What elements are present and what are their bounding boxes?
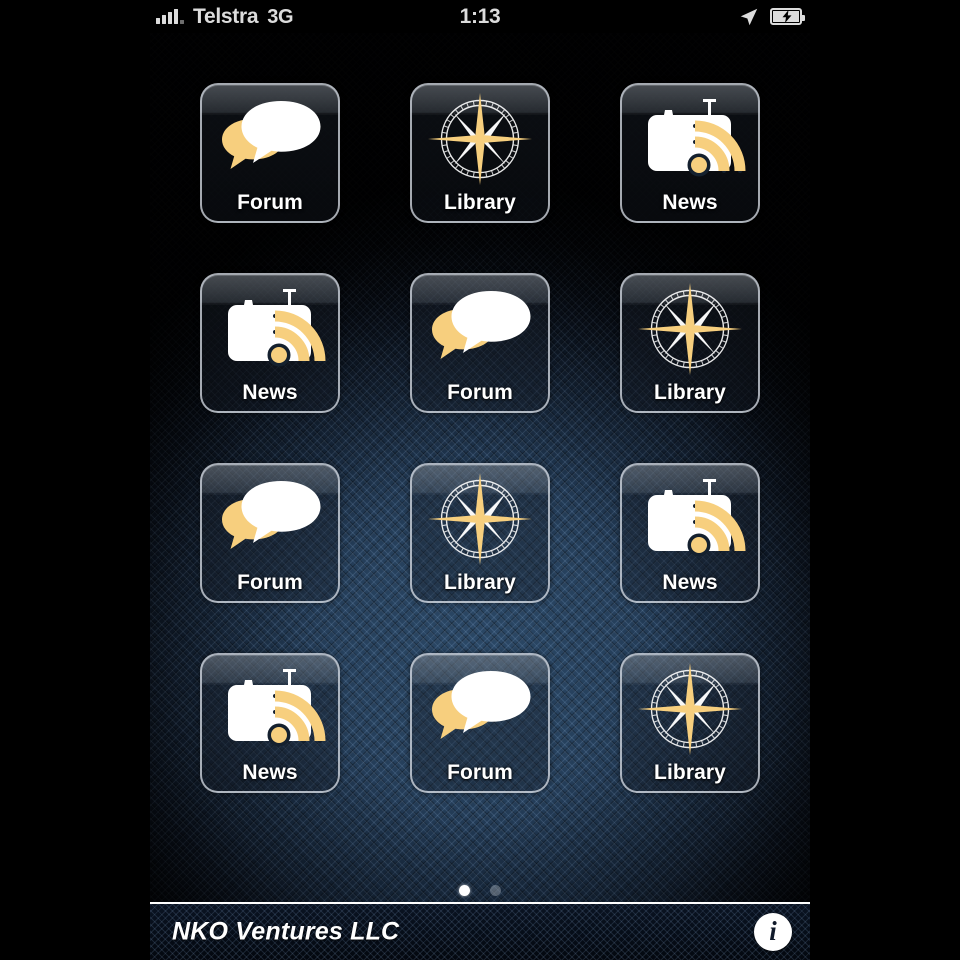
radio-rss-icon [632, 473, 748, 565]
info-button[interactable]: i [754, 913, 792, 951]
location-arrow-icon [740, 8, 758, 25]
phone-screen: Telstra 3G 1:13 Forum Library News News … [150, 0, 810, 960]
radio-rss-icon [648, 479, 746, 557]
app-icon-library[interactable]: Library [410, 83, 550, 223]
speech-bubbles-icon [212, 93, 328, 185]
speech-bubbles-icon [422, 283, 538, 375]
charging-bolt-icon [782, 10, 792, 23]
app-icon-library[interactable]: Library [620, 653, 760, 793]
radio-rss-icon [212, 663, 328, 755]
app-icon-news[interactable]: News [200, 273, 340, 413]
compass-rose-icon [638, 283, 742, 375]
compass-rose-icon [632, 283, 748, 375]
battery-charging-icon [770, 8, 805, 25]
speech-bubbles-icon [432, 291, 531, 359]
compass-rose-icon [428, 473, 532, 565]
app-icon-library[interactable]: Library [410, 463, 550, 603]
compass-rose-icon [422, 93, 538, 185]
page-indicator [150, 885, 810, 896]
app-icon-forum[interactable]: Forum [410, 653, 550, 793]
app-icon-label: Library [444, 191, 516, 214]
app-icon-library[interactable]: Library [620, 273, 760, 413]
radio-rss-icon [228, 669, 326, 747]
clock: 1:13 [459, 5, 501, 28]
speech-bubbles-icon [432, 671, 531, 739]
app-icon-label: News [242, 761, 298, 784]
radio-rss-icon [212, 283, 328, 375]
app-icon-forum[interactable]: Forum [200, 83, 340, 223]
app-icon-forum[interactable]: Forum [410, 273, 550, 413]
company-name: NKO Ventures LLC [172, 917, 400, 946]
radio-rss-icon [632, 93, 748, 185]
app-icon-label: Forum [447, 761, 513, 784]
status-bar-right [738, 0, 805, 33]
app-icon-news[interactable]: News [620, 83, 760, 223]
app-icon-label: Forum [447, 381, 513, 404]
status-bar: Telstra 3G 1:13 [150, 0, 810, 33]
compass-rose-icon [632, 663, 748, 755]
app-icon-label: Forum [237, 571, 303, 594]
page-dot-1[interactable] [459, 885, 470, 896]
status-bar-center: 1:13 [150, 0, 810, 33]
app-icon-grid: Forum Library News News Forum Library Fo… [200, 83, 760, 793]
speech-bubbles-icon [422, 663, 538, 755]
app-icon-label: Forum [237, 191, 303, 214]
app-icon-label: Library [444, 571, 516, 594]
radio-rss-icon [648, 99, 746, 177]
page-dot-2[interactable] [490, 885, 501, 896]
app-icon-label: Library [654, 381, 726, 404]
app-icon-label: News [662, 571, 718, 594]
app-icon-news[interactable]: News [620, 463, 760, 603]
speech-bubbles-icon [222, 481, 321, 549]
app-icon-label: News [662, 191, 718, 214]
compass-rose-icon [422, 473, 538, 565]
app-icon-label: News [242, 381, 298, 404]
compass-rose-icon [638, 663, 742, 755]
bottom-bar: NKO Ventures LLC i [150, 902, 810, 960]
home-screen: Forum Library News News Forum Library Fo… [150, 33, 810, 960]
radio-rss-icon [228, 289, 326, 367]
info-icon-letter: i [769, 915, 777, 946]
app-icon-label: Library [654, 761, 726, 784]
app-icon-forum[interactable]: Forum [200, 463, 340, 603]
compass-rose-icon [428, 93, 532, 185]
app-icon-news[interactable]: News [200, 653, 340, 793]
speech-bubbles-icon [212, 473, 328, 565]
speech-bubbles-icon [222, 101, 321, 169]
